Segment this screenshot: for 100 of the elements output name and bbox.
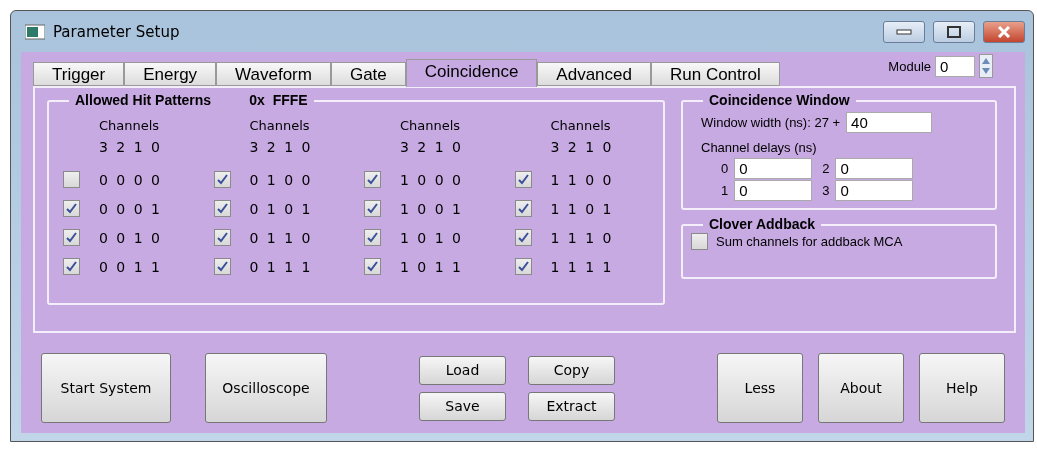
checkmark-icon xyxy=(366,202,379,215)
bit-pattern: 1 1 0 0 xyxy=(550,171,612,188)
bit-pattern: 1 0 0 1 xyxy=(400,200,461,217)
tab[interactable]: Waveform xyxy=(216,62,331,86)
checkbox[interactable] xyxy=(514,229,532,246)
minimize-icon xyxy=(896,28,912,35)
checkmark-icon xyxy=(516,260,530,273)
action-button[interactable]: Help xyxy=(919,353,1005,423)
tab[interactable]: Trigger xyxy=(33,62,125,86)
group-title: Coincidence Window xyxy=(709,92,850,108)
close-button[interactable] xyxy=(983,20,1025,43)
delay-field[interactable]: 0 xyxy=(734,158,813,179)
spinner-icon[interactable] xyxy=(979,54,993,78)
checkmark-icon xyxy=(215,173,229,186)
bit-pattern: 0 0 1 0 xyxy=(99,229,160,246)
bit-header: 3 2 1 0 xyxy=(249,139,312,155)
bit-pattern: 0 0 0 0 xyxy=(99,171,160,188)
bit-pattern: 1 0 1 0 xyxy=(400,229,461,246)
checkbox[interactable] xyxy=(63,171,80,188)
tab[interactable]: Advanced xyxy=(537,62,651,86)
delay-field[interactable]: 0 xyxy=(835,180,914,201)
group-title: Clover Addback xyxy=(709,216,816,232)
action-button[interactable]: Copy xyxy=(528,355,615,385)
bit-pattern: 0 1 1 0 xyxy=(249,229,311,246)
bit-pattern: 0 1 0 0 xyxy=(249,171,311,188)
hex-value: FFFE xyxy=(272,92,308,108)
maximize-icon xyxy=(947,25,961,38)
channel-label: 3 xyxy=(822,183,830,198)
action-button[interactable]: Extract xyxy=(528,391,615,421)
bit-pattern: 1 1 0 1 xyxy=(550,200,612,217)
checkbox[interactable] xyxy=(213,229,231,246)
checkmark-icon xyxy=(366,260,379,273)
bit-header: 3 2 1 0 xyxy=(99,139,161,155)
checkmark-icon xyxy=(215,202,229,215)
checkmark-icon xyxy=(516,202,530,215)
bit-pattern: 0 1 1 1 xyxy=(249,258,311,275)
bit-pattern: 1 1 1 0 xyxy=(550,229,612,246)
channel-label: 0 xyxy=(721,161,729,176)
checkbox[interactable] xyxy=(364,200,381,217)
checkmark-icon xyxy=(366,173,379,186)
action-button[interactable]: Save xyxy=(419,391,506,421)
checkmark-icon xyxy=(366,231,379,244)
minimize-button[interactable] xyxy=(883,20,925,43)
checkmark-icon xyxy=(215,260,229,273)
checkmark-icon xyxy=(516,173,530,186)
window-width-label: Window width (ns): 27 + xyxy=(701,115,841,130)
column-heading: Channels xyxy=(550,118,612,133)
tab[interactable]: Run Control xyxy=(650,62,780,86)
window-width-field[interactable]: 40 xyxy=(846,112,933,133)
checkbox[interactable] xyxy=(364,171,381,188)
column-heading: Channels xyxy=(249,118,311,133)
group-title: Allowed Hit Patterns xyxy=(75,92,213,108)
column-heading: Channels xyxy=(99,118,161,133)
maximize-button[interactable] xyxy=(933,20,975,43)
bit-pattern: 0 1 0 1 xyxy=(249,200,311,217)
app-icon xyxy=(25,23,45,40)
checkbox-label: Sum channels for addback MCA xyxy=(716,234,903,249)
checkbox[interactable] xyxy=(213,258,231,275)
checkbox[interactable] xyxy=(364,258,381,275)
delay-field[interactable]: 0 xyxy=(835,158,914,179)
delay-field[interactable]: 0 xyxy=(734,180,813,201)
action-button[interactable]: Less xyxy=(717,353,803,423)
checkbox[interactable] xyxy=(63,258,80,275)
checkbox[interactable] xyxy=(691,233,708,250)
action-button[interactable]: Oscilloscope xyxy=(205,353,327,423)
tab[interactable]: Gate xyxy=(330,62,406,86)
action-button[interactable]: About xyxy=(818,353,904,423)
action-button[interactable]: Start System xyxy=(41,353,171,423)
checkmark-icon xyxy=(215,231,229,244)
bit-pattern: 1 0 1 1 xyxy=(400,258,461,275)
bit-header: 3 2 1 0 xyxy=(550,139,613,155)
checkmark-icon xyxy=(65,202,78,215)
channel-label: 2 xyxy=(822,161,830,176)
checkbox[interactable] xyxy=(364,229,381,246)
channel-label: 1 xyxy=(721,183,729,198)
action-button[interactable]: Load xyxy=(419,355,506,385)
close-icon xyxy=(997,25,1011,38)
column-heading: Channels xyxy=(400,118,462,133)
checkbox[interactable] xyxy=(63,229,80,246)
bit-pattern: 1 0 0 0 xyxy=(400,171,461,188)
tab[interactable]: Energy xyxy=(124,62,217,86)
bit-header: 3 2 1 0 xyxy=(400,139,462,155)
module-field[interactable]: 0 xyxy=(935,55,975,77)
checkmark-icon xyxy=(516,231,530,244)
bit-pattern: 1 1 1 1 xyxy=(550,258,612,275)
checkbox[interactable] xyxy=(514,171,532,188)
checkmark-icon xyxy=(65,260,78,273)
window-title: Parameter Setup xyxy=(53,22,180,41)
module-label: Module xyxy=(888,58,931,74)
hex-prefix: 0x xyxy=(249,92,265,108)
checkbox[interactable] xyxy=(63,200,80,217)
checkbox[interactable] xyxy=(213,171,231,188)
bit-pattern: 0 0 0 1 xyxy=(99,200,160,217)
delays-label: Channel delays (ns) xyxy=(701,140,818,155)
checkbox[interactable] xyxy=(213,200,231,217)
checkbox[interactable] xyxy=(514,200,532,217)
bit-pattern: 0 0 1 1 xyxy=(99,258,160,275)
tab[interactable]: Coincidence xyxy=(405,59,538,87)
checkmark-icon xyxy=(65,231,78,244)
checkbox[interactable] xyxy=(514,258,532,275)
